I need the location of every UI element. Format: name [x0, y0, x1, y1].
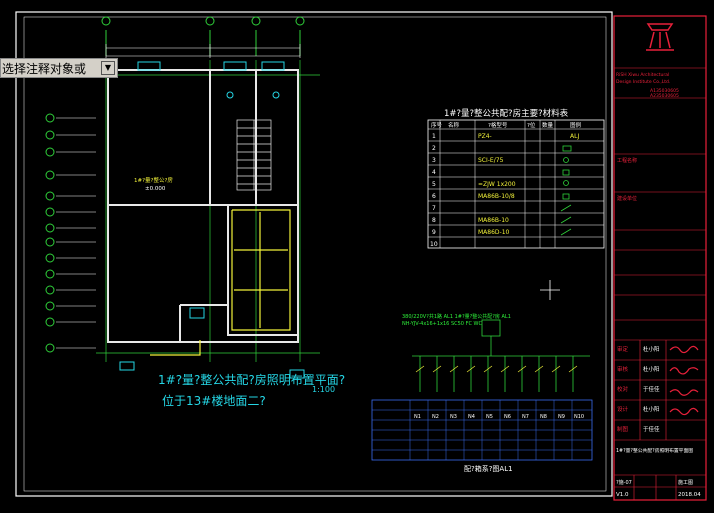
role-name: 杜小阳 — [643, 405, 660, 413]
room-label: 1#?量?整公?房 — [134, 176, 173, 184]
drawing-title: 1#?量?整公共配?房照明布置平面图 — [616, 447, 693, 454]
role-label: 审核 — [617, 365, 629, 373]
dist-subheader: NH-YJV-4x16+1x16 SC50 FC WC — [402, 321, 482, 327]
cad-drawing-canvas[interactable]: 1#?量?整公?房 ±0.000 1#?量?整公共配?房照明布置平面? 1:10… — [0, 0, 714, 509]
left-axis-bubbles — [45, 113, 96, 353]
schedule-col: N3 — [450, 414, 457, 420]
chevron-down-icon[interactable]: ▼ — [101, 61, 115, 75]
mt-header-legend: 图例 — [570, 121, 582, 129]
mt-row-model: MA86B-10 — [478, 217, 509, 224]
schedule-col: N2 — [432, 414, 439, 420]
stair-block — [236, 119, 272, 191]
role-name: 杜小阳 — [643, 345, 660, 353]
mt-row-no: 2 — [432, 145, 436, 152]
role-label: 校对 — [617, 385, 629, 393]
materials-table-title: 1#?量?整公共配?房主要?材料表 — [444, 108, 569, 119]
company-logo — [646, 23, 674, 51]
distribution-diagram: 380/220V?共1路 AL1 1#?量?整公共配?房 AL1 NH-YJV-… — [371, 313, 593, 473]
mt-header-name: 名称 — [448, 121, 460, 129]
mt-header-no: 序号 — [431, 121, 443, 129]
schedule-col: N1 — [414, 414, 421, 420]
drawing-no: ?施-07 — [616, 479, 632, 486]
plan-scale: 1:100 — [312, 385, 335, 394]
mt-row-no: 5 — [432, 181, 436, 188]
mt-header-unit: ?位 — [527, 121, 536, 129]
company-en-line2: Design Institute Co.,Ltd. — [616, 79, 670, 85]
dist-caption: 配?箱系?图AL1 — [464, 464, 513, 473]
prompt-text: 选择注释对象或 — [2, 62, 87, 76]
title-block: RiSH Xiwu Architectural Design Institute… — [613, 15, 707, 501]
materials-table: 1#?量?整公共配?房主要?材料表 序号 名称 ?格型号 ?位 数量 图例 1 … — [427, 108, 605, 249]
mt-row-model: =ZJW 1x200 — [478, 181, 516, 188]
dimension-lines — [105, 44, 301, 58]
company-en-line1: RiSH Xiwu Architectural — [616, 72, 669, 78]
mt-row-model: MA86B-10/8 — [478, 193, 515, 200]
drawing-frame — [15, 11, 613, 497]
mt-row-model: MA86D-10 — [478, 229, 510, 236]
cursor-crosshair — [540, 280, 560, 300]
role-label: 设计 — [617, 405, 629, 413]
phase: 施工图 — [678, 479, 693, 486]
mt-row-no: 3 — [432, 157, 436, 164]
mt-legend-symbols — [560, 145, 572, 236]
schedule-col: N8 — [540, 414, 547, 420]
cert-no-2: A235030605 — [650, 93, 679, 99]
mt-row-no: 4 — [432, 169, 436, 176]
version: V1.0 — [616, 492, 629, 498]
role-name: 杜小阳 — [643, 365, 660, 373]
mt-row-legend: ALJ — [570, 133, 579, 140]
building-walls — [107, 69, 299, 343]
schedule-col: N4 — [468, 414, 475, 420]
role-label: 制图 — [617, 425, 629, 433]
electrical-wiring — [150, 209, 291, 356]
owner-label: 建设单位 — [617, 195, 637, 202]
mt-row-no: 7 — [432, 205, 436, 212]
schedule-col: N5 — [486, 414, 493, 420]
grid-lines — [96, 60, 320, 362]
schedule-col: N7 — [522, 414, 529, 420]
role-name: 于佳佳 — [643, 385, 660, 393]
annotation-select-prompt[interactable]: 选择注释对象或 ▼ — [0, 58, 118, 78]
dist-header: 380/220V?共1路 AL1 1#?量?整公共配?房 AL1 — [402, 313, 511, 320]
mt-row-no: 8 — [432, 217, 436, 224]
mt-header-model: ?格型号 — [488, 121, 508, 129]
mt-header-qty: 数量 — [542, 121, 554, 129]
role-name: 于佳佳 — [643, 425, 660, 433]
mt-row-no: 6 — [432, 193, 436, 200]
schedule-col: N6 — [504, 414, 511, 420]
schedule-col: N9 — [558, 414, 565, 420]
signatures — [669, 345, 699, 416]
mt-row-model: SCI-E/75 — [478, 157, 504, 164]
date: 2018.04 — [678, 492, 701, 498]
project-label: 工程名称 — [617, 157, 637, 164]
mt-row-model: PZ4- — [478, 133, 492, 140]
room-elevation: ±0.000 — [145, 186, 166, 192]
mt-row-no: 10 — [430, 241, 438, 248]
plan-title-line2: 位于13#楼地面二? — [162, 393, 266, 408]
schedule-col: N10 — [574, 414, 584, 420]
mt-row-no: 1 — [432, 133, 436, 140]
mt-row-no: 9 — [432, 229, 436, 236]
top-axes — [101, 16, 305, 56]
role-label: 审定 — [617, 345, 629, 353]
